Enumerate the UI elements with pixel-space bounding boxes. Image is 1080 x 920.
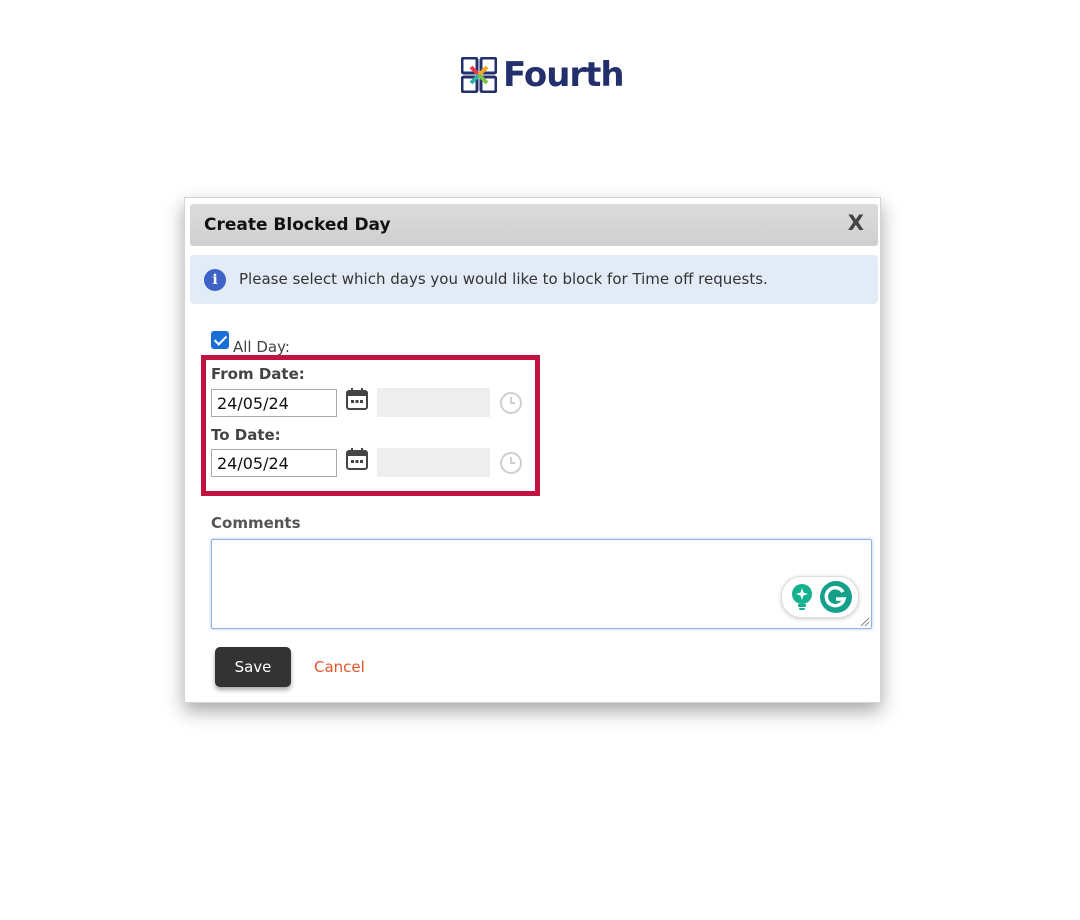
- fourth-logo-icon: [461, 57, 497, 93]
- dialog-title: Create Blocked Day: [204, 215, 391, 235]
- all-day-checkbox[interactable]: [211, 331, 229, 349]
- from-time-input: [377, 388, 490, 417]
- to-date-input[interactable]: [211, 449, 337, 477]
- comments-textarea[interactable]: [211, 539, 872, 629]
- from-date-input[interactable]: [211, 389, 337, 417]
- page: Fourth Create Blocked Day X i Please sel…: [0, 0, 1080, 920]
- brand-name: Fourth: [503, 55, 625, 95]
- save-button[interactable]: Save: [215, 647, 291, 687]
- info-text: Please select which days you would like …: [239, 270, 768, 288]
- grammarly-widget[interactable]: [781, 576, 859, 618]
- to-time-input: [377, 448, 490, 477]
- from-time-clock-icon: [500, 392, 522, 414]
- all-day-label: All Day:: [233, 338, 290, 356]
- info-banner: i Please select which days you would lik…: [190, 255, 878, 304]
- resize-handle-icon[interactable]: [860, 617, 870, 627]
- from-date-calendar-icon[interactable]: [345, 387, 369, 411]
- fourth-logo: Fourth: [461, 55, 625, 95]
- to-date-calendar-icon[interactable]: [345, 447, 369, 471]
- from-date-label: From Date:: [211, 365, 305, 383]
- create-blocked-day-dialog: Create Blocked Day X i Please select whi…: [184, 197, 881, 703]
- dialog-header: Create Blocked Day X: [190, 204, 878, 246]
- grammarly-icon[interactable]: [819, 580, 853, 614]
- comments-label: Comments: [211, 514, 301, 532]
- info-icon: i: [204, 269, 226, 291]
- to-date-label: To Date:: [211, 426, 281, 444]
- all-day-row: All Day:: [211, 331, 290, 356]
- lightbulb-icon[interactable]: [789, 583, 815, 611]
- close-button[interactable]: X: [848, 211, 864, 235]
- cancel-link[interactable]: Cancel: [314, 658, 365, 676]
- to-time-clock-icon: [500, 452, 522, 474]
